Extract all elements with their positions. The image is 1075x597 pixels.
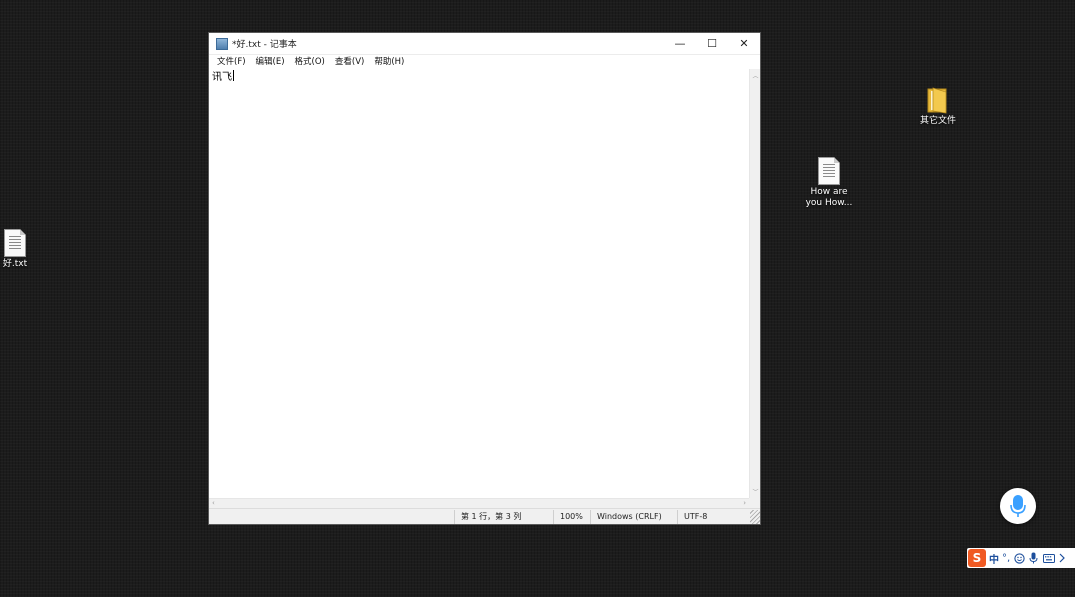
status-line-ending: Windows (CRLF) <box>590 509 677 524</box>
ime-toolbar[interactable]: S 中 °, <box>967 548 1075 568</box>
title-bar[interactable]: *好.txt - 记事本 — ☐ ✕ <box>209 33 760 55</box>
minimize-button[interactable]: — <box>664 33 696 54</box>
skin-icon[interactable] <box>1059 553 1066 563</box>
scroll-up-icon[interactable]: ︿ <box>750 71 761 80</box>
horizontal-scrollbar[interactable]: ‹ › <box>209 498 749 508</box>
status-encoding: UTF-8 <box>677 509 750 524</box>
scroll-left-icon[interactable]: ‹ <box>212 499 215 508</box>
menu-format[interactable]: 格式(O) <box>290 55 330 69</box>
sogou-logo-icon[interactable]: S <box>968 549 986 567</box>
vertical-scrollbar[interactable]: ︿ ﹀ <box>749 69 760 498</box>
editor-content: 讯飞 <box>212 72 232 83</box>
desktop-icon-other-files[interactable]: 其它文件 <box>903 86 973 127</box>
scroll-right-icon[interactable]: › <box>743 499 746 508</box>
menu-file[interactable]: 文件(F) <box>212 55 251 69</box>
ime-punctuation[interactable]: °, <box>1002 553 1010 564</box>
text-caret <box>233 70 234 81</box>
close-icon: ✕ <box>739 37 749 50</box>
close-button[interactable]: ✕ <box>728 33 760 54</box>
text-file-icon <box>818 157 840 185</box>
status-bar: 第 1 行，第 3 列 100% Windows (CRLF) UTF-8 <box>209 508 760 524</box>
menu-bar: 文件(F) 编辑(E) 格式(O) 查看(V) 帮助(H) <box>209 55 760 70</box>
emoji-icon[interactable] <box>1014 552 1025 564</box>
ime-chinese-mode[interactable]: 中 <box>989 551 999 566</box>
scroll-down-icon[interactable]: ﹀ <box>750 487 761 496</box>
notepad-app-icon <box>216 37 228 50</box>
text-file-icon <box>4 229 26 257</box>
resize-grip-icon[interactable] <box>750 509 760 524</box>
ime-voice-icon[interactable] <box>1029 552 1038 564</box>
text-editor[interactable]: 讯飞 <box>209 69 749 498</box>
maximize-button[interactable]: ☐ <box>696 33 728 54</box>
voice-input-button[interactable] <box>1000 488 1036 524</box>
window-title: *好.txt - 记事本 <box>232 40 297 50</box>
desktop-icon-label: How are you How... <box>805 187 853 208</box>
menu-edit[interactable]: 编辑(E) <box>251 55 290 69</box>
desktop-icon-label: 其它文件 <box>919 116 956 126</box>
folder-icon <box>927 87 947 114</box>
scrollbar-corner <box>749 498 760 508</box>
menu-help[interactable]: 帮助(H) <box>369 55 409 69</box>
maximize-icon: ☐ <box>707 37 717 50</box>
microphone-icon <box>1010 495 1026 517</box>
desktop-icon-label: 好.txt <box>2 259 28 269</box>
desktop-icon-hao-txt[interactable]: 好.txt <box>0 229 50 270</box>
keyboard-icon[interactable] <box>1043 553 1056 563</box>
status-cursor-position: 第 1 行，第 3 列 <box>454 509 553 524</box>
menu-view[interactable]: 查看(V) <box>330 55 369 69</box>
desktop-icon-how-are-you[interactable]: How are you How... <box>794 157 864 209</box>
minimize-icon: — <box>674 37 686 50</box>
notepad-window[interactable]: *好.txt - 记事本 — ☐ ✕ 文件(F) 编辑(E) 格式(O) 查看(… <box>208 32 761 525</box>
status-zoom: 100% <box>553 509 590 524</box>
